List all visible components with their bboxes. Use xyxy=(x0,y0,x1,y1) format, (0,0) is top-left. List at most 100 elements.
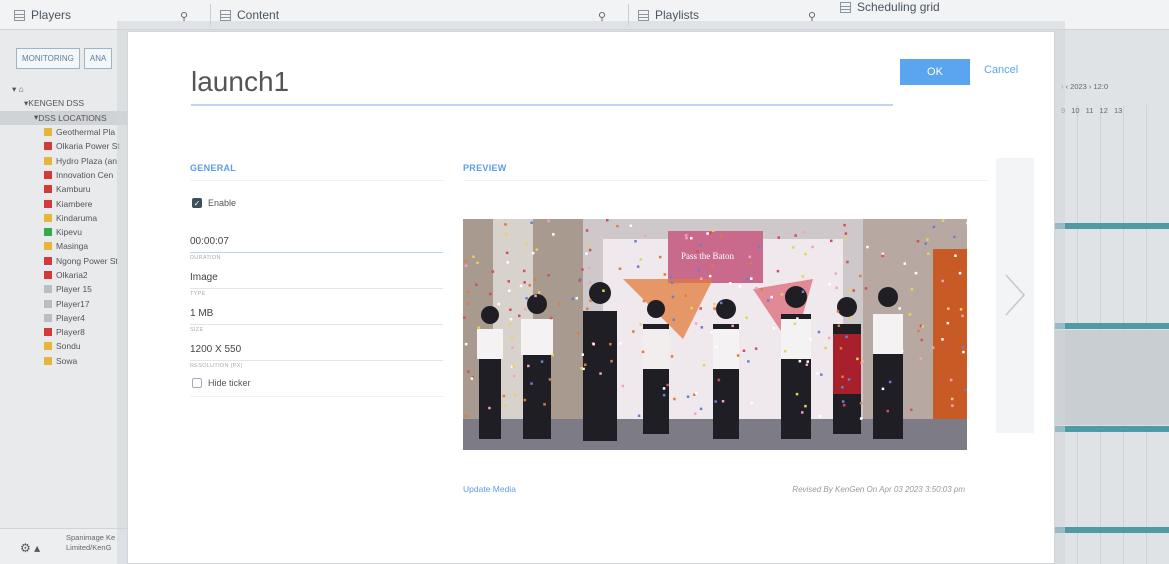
tree-item[interactable]: Kamburu xyxy=(0,182,127,196)
confetti-piece xyxy=(910,287,914,291)
tree-item[interactable]: ▾ DSS LOCATIONS xyxy=(0,110,127,125)
confetti-piece xyxy=(836,310,840,313)
confetti-piece xyxy=(467,370,470,373)
hide-ticker-row[interactable]: Hide ticker xyxy=(192,378,251,388)
tree-item-label: Geothermal Pla xyxy=(56,127,116,138)
confetti-piece xyxy=(801,290,805,293)
confetti-piece xyxy=(581,353,584,356)
home-icon[interactable]: ▾ ⌂ xyxy=(12,84,24,95)
confetti-piece xyxy=(941,279,944,283)
schedule-block[interactable] xyxy=(1055,330,1169,425)
content-title-input[interactable]: launch1 xyxy=(191,66,893,106)
tree-item[interactable]: Sowa xyxy=(0,354,127,368)
tree-item[interactable]: Innovation Cen xyxy=(0,168,127,182)
pane-header-scheduling[interactable]: Scheduling grid xyxy=(840,0,940,22)
tree-item[interactable]: Player8 xyxy=(0,325,127,339)
chevron-right-icon[interactable] xyxy=(1002,273,1028,317)
tree-item[interactable]: Player17 xyxy=(0,296,127,310)
cancel-button[interactable]: Cancel xyxy=(984,64,1018,76)
tree-item[interactable]: Ngong Power St xyxy=(0,254,127,268)
confetti-piece xyxy=(547,219,550,223)
confetti-piece xyxy=(632,330,635,333)
revision-info: Revised By KenGen On Apr 03 2023 3:50:03… xyxy=(792,485,965,494)
app-top-bar: Players ⚲ Content ⚲ Playlists ⚲ Scheduli… xyxy=(0,0,1169,30)
tree-item[interactable]: Olkaria Power St xyxy=(0,139,127,153)
tab-monitoring[interactable]: MONITORING xyxy=(16,48,80,69)
confetti-piece xyxy=(531,251,535,255)
tab-analytics[interactable]: ANA xyxy=(83,48,113,69)
confetti-piece xyxy=(910,408,913,412)
gear-icon[interactable]: ⚙ ▴ xyxy=(20,541,40,555)
confetti-piece xyxy=(804,404,807,408)
tree-item[interactable]: Kiambere xyxy=(0,196,127,210)
calendar-nav[interactable]: › ‹ 2023 › 12:0 xyxy=(1061,82,1108,91)
confetti-piece xyxy=(844,238,847,241)
tree-item[interactable]: Hydro Plaza (an xyxy=(0,153,127,167)
ok-button[interactable]: OK xyxy=(900,59,970,85)
confetti-piece xyxy=(512,374,516,378)
tree-item[interactable]: Geothermal Pla xyxy=(0,125,127,139)
confetti-piece xyxy=(828,283,831,286)
confetti-piece xyxy=(772,327,776,330)
next-preview-pane[interactable] xyxy=(996,158,1034,433)
search-icon[interactable]: ⚲ xyxy=(180,10,188,23)
tree-item[interactable]: Olkaria2 xyxy=(0,268,127,282)
confetti-piece xyxy=(946,321,950,325)
confetti-piece xyxy=(508,322,512,326)
confetti-piece xyxy=(472,255,475,258)
tree-item[interactable]: Player4 xyxy=(0,311,127,325)
confetti-piece xyxy=(846,260,849,264)
confetti-piece xyxy=(859,417,863,420)
confetti-piece xyxy=(841,375,844,378)
search-icon[interactable]: ⚲ xyxy=(598,10,606,23)
confetti-piece xyxy=(852,289,855,292)
tree-item[interactable]: Player 15 xyxy=(0,282,127,296)
pane-header-content[interactable]: Content xyxy=(220,0,279,30)
player-status-icon xyxy=(44,199,52,208)
tree-item[interactable]: Masinga xyxy=(0,239,127,253)
tree-item-label: Sowa xyxy=(56,355,78,366)
confetti-piece xyxy=(843,223,846,227)
tree-item-label: Kamburu xyxy=(56,184,91,195)
confetti-piece xyxy=(947,340,951,344)
confetti-piece xyxy=(588,267,591,270)
update-media-link[interactable]: Update Media xyxy=(463,484,516,494)
confetti-piece xyxy=(932,225,936,229)
tree-item[interactable]: ▾ ⌂ xyxy=(0,82,127,96)
schedule-bar[interactable] xyxy=(1055,223,1169,229)
enable-checkbox[interactable]: ✓ xyxy=(192,198,202,208)
confetti-piece xyxy=(686,395,690,398)
player-status-icon xyxy=(44,356,52,365)
duration-value[interactable]: 00:00:07 xyxy=(190,236,443,250)
schedule-bar[interactable] xyxy=(1055,527,1169,533)
confetti-piece xyxy=(528,284,531,287)
confetti-piece xyxy=(511,346,514,349)
tree-item[interactable]: Kindaruma xyxy=(0,211,127,225)
pane-header-players[interactable]: Players xyxy=(14,0,71,30)
pane-header-playlists[interactable]: Playlists xyxy=(638,0,699,30)
tree-item[interactable]: Sondu xyxy=(0,339,127,353)
enable-checkbox-row[interactable]: ✓ Enable xyxy=(192,198,236,208)
confetti-piece xyxy=(900,349,904,353)
schedule-bar[interactable] xyxy=(1055,426,1169,432)
confetti-piece xyxy=(699,244,702,247)
section-divider xyxy=(463,180,988,181)
confetti-piece xyxy=(842,403,846,407)
tree-item[interactable]: Kipevu xyxy=(0,225,127,239)
confetti-piece xyxy=(700,277,703,280)
confetti-piece xyxy=(841,386,844,389)
duration-label: DURATION xyxy=(190,255,221,261)
schedule-bar[interactable] xyxy=(1055,323,1169,329)
confetti-piece xyxy=(750,262,753,265)
hide-ticker-checkbox[interactable] xyxy=(192,378,202,388)
confetti-piece xyxy=(585,229,589,232)
duration-field[interactable]: 00:00:07 DURATION xyxy=(190,236,443,261)
confetti-piece xyxy=(750,401,753,405)
confetti-piece xyxy=(578,279,581,282)
confetti-piece xyxy=(533,278,537,281)
tree-item[interactable]: ▾ KENGEN DSS xyxy=(0,96,127,110)
confetti-piece xyxy=(670,275,673,279)
search-icon[interactable]: ⚲ xyxy=(808,10,816,23)
confetti-piece xyxy=(939,379,943,382)
confetti-piece xyxy=(816,372,819,375)
